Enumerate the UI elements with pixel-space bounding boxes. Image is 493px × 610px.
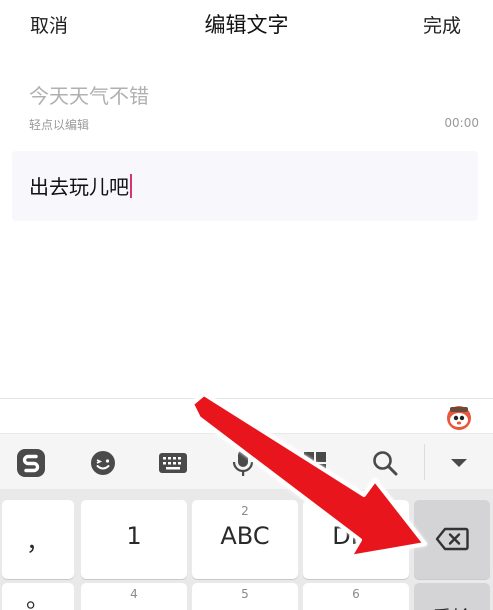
keyboard-keys: ， 。 1 2 ABC DEF 4 5 6 重输 [0, 489, 493, 610]
key-4-number: 4 [130, 587, 138, 601]
key-def[interactable]: DEF [303, 500, 409, 579]
comma-key-label: ， [26, 528, 50, 556]
text-edit-field[interactable]: 出去玩儿吧 [12, 151, 478, 221]
keyboard-icon[interactable] [158, 448, 188, 478]
key-1-label: 1 [126, 522, 142, 550]
suggestion-bar [0, 399, 493, 433]
edit-value-text: 出去玩儿吧 [29, 175, 129, 199]
edit-input-value[interactable]: 出去玩儿吧 [29, 171, 132, 200]
microphone-icon[interactable] [228, 448, 258, 478]
key-6-number: 6 [352, 587, 360, 601]
reinput-key[interactable]: 重输 [414, 583, 490, 610]
key-abc[interactable]: 2 ABC [192, 500, 298, 579]
key-4[interactable]: 4 [81, 583, 187, 610]
header-bar: 取消 编辑文字 完成 [0, 0, 493, 46]
key-5-number: 5 [241, 587, 249, 601]
key-abc-label: ABC [220, 522, 270, 550]
mascot-icon[interactable] [445, 403, 473, 431]
text-caret [130, 174, 132, 198]
key-abc-number: 2 [241, 504, 249, 518]
toolbar-separator [424, 444, 425, 480]
clipboard-icon[interactable] [300, 448, 330, 478]
emoji-icon[interactable] [88, 448, 118, 478]
comma-key[interactable]: ， [2, 500, 74, 579]
key-1[interactable]: 1 [81, 500, 187, 579]
tap-to-edit-hint: 轻点以编辑 [29, 118, 90, 132]
reinput-key-label: 重输 [414, 602, 490, 610]
timestamp: 00:00 [444, 116, 479, 130]
period-key-label: 。 [26, 585, 50, 610]
original-text[interactable]: 今天天气不错 [29, 80, 149, 109]
period-key[interactable]: 。 [2, 583, 74, 610]
collapse-icon[interactable] [444, 448, 474, 478]
key-def-label: DEF [332, 522, 380, 550]
keyboard-toolbar [0, 433, 493, 489]
done-button[interactable]: 完成 [423, 11, 461, 38]
page-title: 编辑文字 [204, 13, 289, 37]
key-6[interactable]: 6 [303, 583, 409, 610]
backspace-key[interactable] [414, 500, 490, 579]
backspace-icon [435, 527, 469, 551]
key-5[interactable]: 5 [192, 583, 298, 610]
sogou-logo-icon[interactable] [16, 448, 46, 478]
search-icon[interactable] [370, 448, 400, 478]
